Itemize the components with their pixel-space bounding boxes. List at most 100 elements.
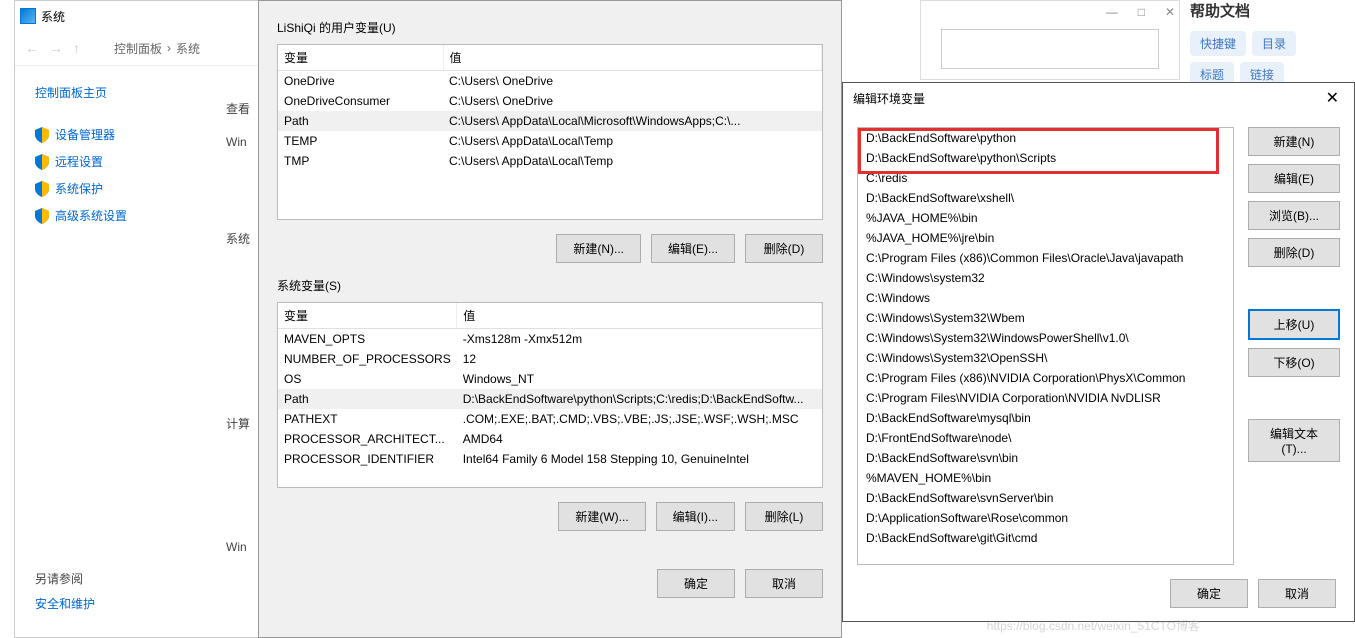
control-panel-home-link[interactable]: 控制面板主页: [35, 84, 238, 101]
table-row[interactable]: PROCESSOR_ARCHITECT...AMD64: [278, 429, 822, 449]
maximize-icon[interactable]: □: [1138, 5, 1145, 19]
edit-sys-var-button[interactable]: 编辑(I)...: [656, 502, 735, 531]
table-row[interactable]: PathC:\Users\ AppData\Local\Microsoft\Wi…: [278, 111, 822, 131]
list-item[interactable]: D:\FrontEndSoftware\node\: [858, 428, 1233, 448]
list-item[interactable]: C:\Program Files\NVIDIA Corporation\NVID…: [858, 388, 1233, 408]
table-row[interactable]: PathD:\BackEndSoftware\python\Scripts;C:…: [278, 389, 822, 409]
browse-button[interactable]: 浏览(B)...: [1248, 201, 1340, 230]
path-entries-list[interactable]: D:\BackEndSoftware\pythonD:\BackEndSoftw…: [857, 127, 1234, 565]
environment-variables-dialog: LiShiQi 的用户变量(U) 变量 值 OneDriveC:\Users\ …: [258, 0, 842, 638]
list-item[interactable]: C:\Windows\system32: [858, 268, 1233, 288]
watermark: https://blog.csdn.net/weixin_51CTO博客: [987, 617, 1200, 634]
titlebar: 系统: [15, 1, 258, 31]
table-row[interactable]: TEMPC:\Users\ AppData\Local\Temp: [278, 131, 822, 151]
control-panel-window: 系统 ← → ↑ 控制面板 › 系统 控制面板主页 设备管理器 远程设置 系统保…: [14, 0, 259, 638]
col-header-variable[interactable]: 变量: [278, 303, 457, 329]
table-row[interactable]: MAVEN_OPTS-Xms128m -Xmx512m: [278, 329, 822, 350]
list-item[interactable]: D:\BackEndSoftware\svn\bin: [858, 448, 1233, 468]
content-fragment: Win: [226, 540, 256, 554]
close-icon[interactable]: ✕: [1321, 88, 1344, 108]
list-item[interactable]: C:\Windows\System32\OpenSSH\: [858, 348, 1233, 368]
table-row[interactable]: TMPC:\Users\ AppData\Local\Temp: [278, 151, 822, 171]
user-vars-table[interactable]: 变量 值 OneDriveC:\Users\ OneDrive OneDrive…: [277, 44, 823, 220]
dialog-titlebar[interactable]: 编辑环境变量 ✕: [843, 83, 1354, 113]
new-user-var-button[interactable]: 新建(N)...: [556, 234, 641, 263]
table-row[interactable]: OSWindows_NT: [278, 369, 822, 389]
shield-icon: [35, 127, 49, 143]
content-fragment: 系统: [226, 230, 256, 247]
sidebar-item-device-manager[interactable]: 设备管理器: [35, 121, 238, 148]
forward-arrow-icon: →: [49, 40, 63, 56]
table-row[interactable]: NUMBER_OF_PROCESSORS12: [278, 349, 822, 369]
system-icon: [20, 8, 36, 24]
table-row[interactable]: OneDriveC:\Users\ OneDrive: [278, 71, 822, 92]
see-also-label: 另请参阅: [35, 570, 95, 587]
system-icon: [90, 41, 104, 55]
edit-text-button[interactable]: 编辑文本(T)...: [1248, 419, 1340, 462]
shield-icon: [35, 181, 49, 197]
col-header-value[interactable]: 值: [443, 45, 822, 71]
cancel-button[interactable]: 取消: [745, 569, 823, 598]
list-item[interactable]: D:\BackEndSoftware\mysql\bin: [858, 408, 1233, 428]
delete-user-var-button[interactable]: 删除(D): [745, 234, 823, 263]
delete-button[interactable]: 删除(D): [1248, 238, 1340, 267]
move-up-button[interactable]: 上移(U): [1248, 309, 1340, 340]
tag[interactable]: 快捷键: [1190, 31, 1246, 56]
sys-vars-label: 系统变量(S): [277, 277, 823, 294]
sidebar-item-advanced[interactable]: 高级系统设置: [35, 202, 238, 229]
list-item[interactable]: %MAVEN_HOME%\bin: [858, 468, 1233, 488]
back-arrow-icon[interactable]: ←: [25, 40, 39, 56]
sidebar-item-remote[interactable]: 远程设置: [35, 148, 238, 175]
close-icon[interactable]: ✕: [1165, 5, 1175, 19]
list-item[interactable]: C:\Program Files (x86)\NVIDIA Corporatio…: [858, 368, 1233, 388]
edit-env-var-dialog: 编辑环境变量 ✕ D:\BackEndSoftware\pythonD:\Bac…: [842, 82, 1355, 622]
new-button[interactable]: 新建(N): [1248, 127, 1340, 156]
list-item[interactable]: C:\Program Files (x86)\Common Files\Orac…: [858, 248, 1233, 268]
col-header-value[interactable]: 值: [457, 303, 822, 329]
table-row[interactable]: PATHEXT.COM;.EXE;.BAT;.CMD;.VBS;.VBE;.JS…: [278, 409, 822, 429]
content-fragment: Win: [226, 135, 256, 149]
shield-icon: [35, 154, 49, 170]
list-item[interactable]: D:\BackEndSoftware\git\Git\cmd: [858, 528, 1233, 548]
list-item[interactable]: D:\ApplicationSoftware\Rose\common: [858, 508, 1233, 528]
sidebar-item-label: 远程设置: [55, 153, 103, 170]
list-item[interactable]: D:\BackEndSoftware\python\Scripts: [858, 148, 1233, 168]
list-item[interactable]: C:\redis: [858, 168, 1233, 188]
sidebar-item-label: 高级系统设置: [55, 207, 127, 224]
minimize-icon[interactable]: —: [1106, 5, 1118, 19]
sidebar-item-label: 设备管理器: [55, 126, 115, 143]
dialog-title: 编辑环境变量: [853, 90, 925, 107]
security-link[interactable]: 安全和维护: [35, 595, 95, 612]
up-arrow-icon[interactable]: ↑: [73, 40, 80, 56]
cancel-button[interactable]: 取消: [1258, 579, 1336, 608]
edit-button[interactable]: 编辑(E): [1248, 164, 1340, 193]
list-item[interactable]: C:\Windows\System32\Wbem: [858, 308, 1233, 328]
table-row[interactable]: PROCESSOR_IDENTIFIERIntel64 Family 6 Mod…: [278, 449, 822, 469]
list-item[interactable]: D:\BackEndSoftware\svnServer\bin: [858, 488, 1233, 508]
ok-button[interactable]: 确定: [1170, 579, 1248, 608]
shield-icon: [35, 208, 49, 224]
content-fragment: 计算: [226, 415, 256, 432]
new-sys-var-button[interactable]: 新建(W)...: [558, 502, 645, 531]
breadcrumb[interactable]: 控制面板 › 系统: [114, 40, 200, 57]
list-item[interactable]: D:\BackEndSoftware\xshell\: [858, 188, 1233, 208]
delete-sys-var-button[interactable]: 删除(L): [745, 502, 823, 531]
list-item[interactable]: %JAVA_HOME%\jre\bin: [858, 228, 1233, 248]
list-item[interactable]: %JAVA_HOME%\bin: [858, 208, 1233, 228]
list-item[interactable]: C:\Windows\System32\WindowsPowerShell\v1…: [858, 328, 1233, 348]
list-item[interactable]: D:\BackEndSoftware\python: [858, 128, 1233, 148]
help-title: 帮助文档: [1180, 0, 1355, 21]
edit-user-var-button[interactable]: 编辑(E)...: [651, 234, 735, 263]
tag[interactable]: 目录: [1252, 31, 1296, 56]
nav-bar: ← → ↑ 控制面板 › 系统: [15, 31, 258, 66]
sidebar-item-protection[interactable]: 系统保护: [35, 175, 238, 202]
table-row[interactable]: OneDriveConsumerC:\Users\ OneDrive: [278, 91, 822, 111]
col-header-variable[interactable]: 变量: [278, 45, 443, 71]
content-fragment: 查看: [226, 100, 256, 117]
list-item[interactable]: C:\Windows: [858, 288, 1233, 308]
move-down-button[interactable]: 下移(O): [1248, 348, 1340, 377]
ok-button[interactable]: 确定: [657, 569, 735, 598]
background-window: — □ ✕: [920, 0, 1180, 80]
sys-vars-table[interactable]: 变量 值 MAVEN_OPTS-Xms128m -Xmx512m NUMBER_…: [277, 302, 823, 488]
sidebar-item-label: 系统保护: [55, 180, 103, 197]
